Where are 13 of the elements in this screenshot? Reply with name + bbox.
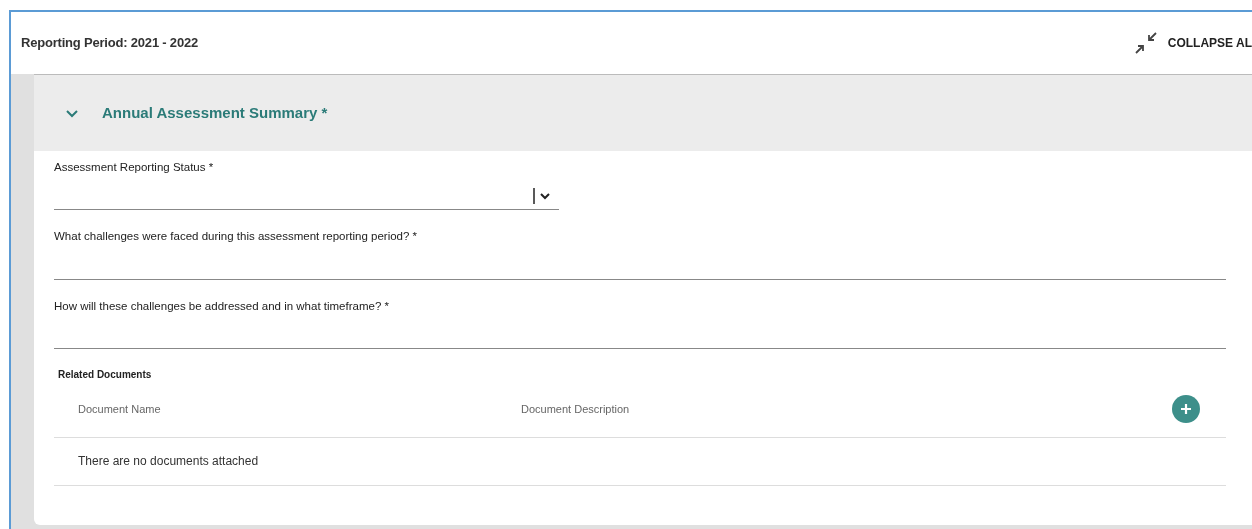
collapse-all-button[interactable]: COLLAPSE AL [1133, 31, 1252, 55]
section-header[interactable]: Annual Assessment Summary * [34, 75, 1252, 151]
plus-icon [1180, 403, 1192, 416]
column-header: Document Description [521, 402, 630, 417]
empty-message: There are no documents attached [78, 453, 259, 471]
field-label: What challenges were faced during this assessment reporting period? * [54, 229, 419, 245]
add-document-button[interactable] [1172, 395, 1200, 424]
column-header: Document Name [78, 402, 162, 417]
documents-title: Related Documents [58, 367, 153, 382]
collapse-icon [1133, 31, 1158, 55]
field-label: How will these challenges be addressed and in what timeframe? * [54, 298, 390, 314]
reporting-period-title: Reporting Period: 2021 - 2022 [21, 34, 198, 53]
field-label: Assessment Reporting Status * [54, 160, 215, 175]
